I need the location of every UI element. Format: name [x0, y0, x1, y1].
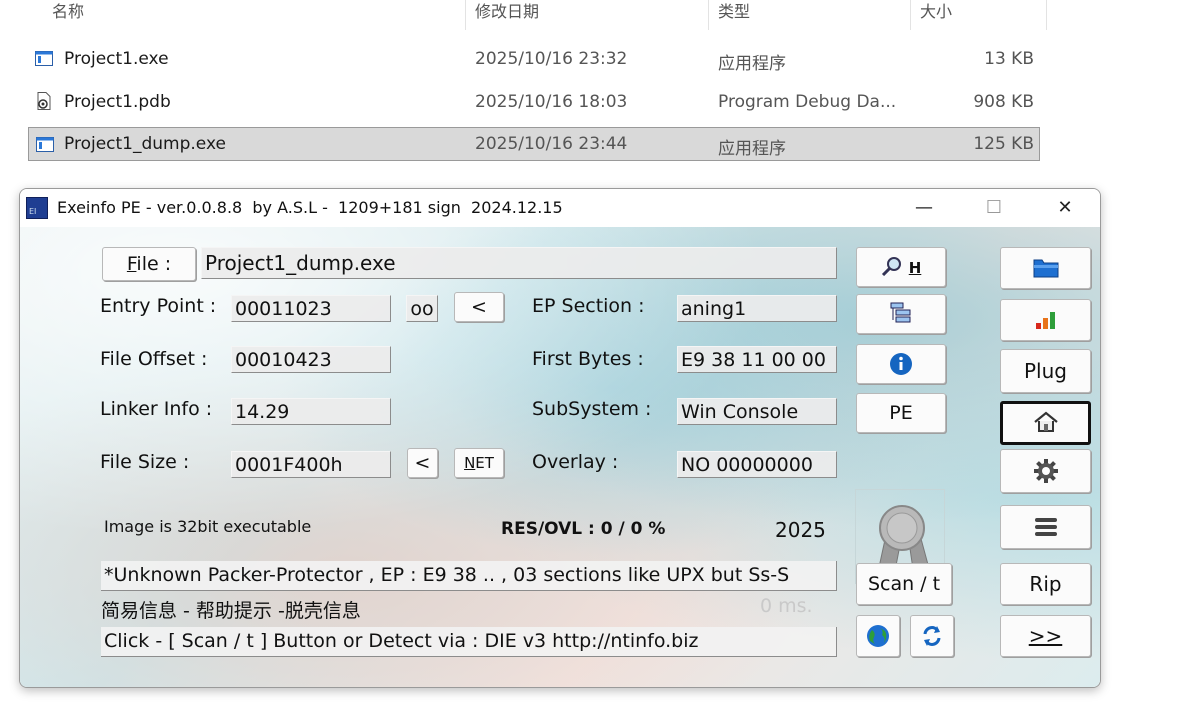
exeinfo-window: Exeinfo PE - ver.0.0.8.8 by A.S.L - 1209… [19, 188, 1101, 688]
app-icon[interactable] [26, 197, 48, 219]
section-viewer-button[interactable] [856, 294, 946, 334]
first-bytes-field[interactable]: E9 38 11 00 00 [677, 346, 837, 373]
rip-button[interactable]: Rip [1000, 563, 1091, 605]
title-bar[interactable]: Exeinfo PE - ver.0.0.8.8 by A.S.L - 1209… [20, 189, 1100, 227]
main-panel: File : Project1_dump.exe Entry Point : 0… [20, 227, 1100, 687]
file-type: 应用程序 [718, 54, 786, 74]
file-modified: 2025/10/16 18:03 [475, 92, 628, 112]
close-button[interactable]: ✕ [1042, 191, 1088, 225]
file-name-field[interactable]: Project1_dump.exe [201, 247, 837, 279]
column-divider[interactable] [465, 0, 466, 30]
plug-button[interactable]: Plug [1000, 349, 1091, 393]
overlay-field[interactable]: NO 00000000 [677, 451, 837, 478]
file-size: 908 KB [973, 92, 1034, 112]
column-divider[interactable] [1046, 0, 1047, 30]
file-explorer-list: 名称 修改日期 类型 大小 Project1.exe 2025/10/16 23… [0, 0, 1187, 185]
net-button[interactable]: NET [454, 448, 504, 478]
refresh-button[interactable] [910, 615, 954, 657]
file-offset-label: File Offset : [100, 348, 208, 370]
magnifier-icon [881, 257, 901, 277]
file-name: Project1.pdb [64, 92, 171, 112]
web-button[interactable] [856, 615, 900, 657]
subsystem-label: SubSystem : [532, 398, 652, 420]
file-row-project1-exe[interactable]: Project1.exe 2025/10/16 23:32 应用程序 13 KB [28, 42, 1040, 76]
column-divider[interactable] [910, 0, 911, 30]
oo-button[interactable]: oo [406, 295, 438, 322]
refresh-icon [923, 626, 941, 646]
year-text: 2025 [775, 518, 826, 542]
entry-point-label: Entry Point : [100, 295, 217, 317]
file-button-label: ile : [136, 253, 172, 275]
entry-point-field[interactable]: 00011023 [231, 295, 391, 322]
net-button-accel: N [464, 454, 476, 472]
file-row-project1-dump-exe[interactable]: Project1_dump.exe 2025/10/16 23:44 应用程序 … [28, 127, 1040, 161]
linker-info-label: Linker Info : [100, 398, 213, 420]
file-modified: 2025/10/16 23:32 [475, 49, 628, 69]
file-size: 13 KB [984, 49, 1034, 69]
stats-button[interactable] [1000, 299, 1091, 341]
info-button[interactable] [856, 344, 946, 384]
bar-chart-icon [1035, 312, 1055, 329]
maximize-button[interactable]: ☐ [971, 191, 1017, 225]
file-open-button[interactable]: File : [102, 247, 196, 281]
file-offset-field[interactable]: 00010423 [231, 346, 391, 373]
file-name: Project1.exe [64, 49, 169, 69]
detection-result[interactable]: *Unknown Packer-Protector , EP : E9 38 .… [101, 561, 837, 591]
file-size-label: File Size : [100, 451, 190, 473]
gear-icon [1033, 459, 1058, 483]
minimize-button[interactable]: — [901, 191, 947, 225]
size-prev-button[interactable]: < [407, 448, 438, 478]
file-name: Project1_dump.exe [64, 134, 226, 154]
column-header-modified[interactable]: 修改日期 [475, 0, 539, 30]
file-type: 应用程序 [718, 139, 786, 159]
overlay-label: Overlay : [532, 451, 619, 473]
column-header-size[interactable]: 大小 [920, 0, 952, 30]
pe-button[interactable]: PE [856, 393, 946, 433]
timing-text: 0 ms. [760, 595, 813, 617]
file-modified: 2025/10/16 23:44 [475, 134, 628, 154]
window-title: Exeinfo PE - ver.0.0.8.8 by A.S.L - 1209… [57, 198, 563, 217]
home-icon [1033, 411, 1058, 432]
exe-icon [35, 51, 53, 66]
home-button[interactable] [1000, 401, 1091, 445]
sections-list-icon [890, 302, 911, 323]
image-info-text: Image is 32bit executable [104, 517, 312, 536]
help-text[interactable]: Click - [ Scan / t ] Button or Detect vi… [101, 627, 837, 657]
column-divider[interactable] [708, 0, 709, 30]
file-row-project1-pdb[interactable]: Project1.pdb 2025/10/16 18:03 Program De… [28, 85, 1040, 119]
file-size-field[interactable]: 0001F400h [231, 451, 391, 478]
search-h-label: H [908, 259, 922, 277]
search-h-button[interactable]: H [856, 247, 946, 287]
column-header-type[interactable]: 类型 [718, 0, 750, 30]
settings-button[interactable] [1000, 449, 1091, 493]
menu-button[interactable] [1000, 505, 1091, 549]
pdb-file-icon [37, 92, 51, 110]
open-folder-button[interactable] [1000, 247, 1091, 289]
net-button-label: ET [475, 454, 494, 472]
res-ovl-text: RES/OVL : 0 / 0 % [501, 519, 666, 539]
column-header-name[interactable]: 名称 [52, 0, 84, 30]
globe-icon [867, 625, 889, 647]
exe-icon [36, 137, 54, 152]
stack-list-icon [1034, 518, 1057, 536]
first-bytes-label: First Bytes : [532, 348, 644, 370]
ep-section-field[interactable]: aning1 [677, 295, 837, 322]
file-size: 125 KB [973, 134, 1034, 154]
linker-info-field[interactable]: 14.29 [231, 398, 391, 425]
subsystem-field[interactable]: Win Console [677, 398, 837, 425]
info-icon [890, 353, 912, 375]
ep-prev-button[interactable]: < [454, 292, 504, 322]
ep-section-label: EP Section : [532, 295, 645, 317]
next-button[interactable]: >> [1000, 615, 1091, 657]
hint-text: 简易信息 - 帮助提示 -脱壳信息 [101, 600, 361, 622]
file-type: Program Debug Da... [718, 92, 897, 112]
file-button-accel: F [126, 253, 137, 275]
folder-icon [1033, 259, 1058, 278]
scan-button[interactable]: Scan / t [856, 563, 952, 605]
